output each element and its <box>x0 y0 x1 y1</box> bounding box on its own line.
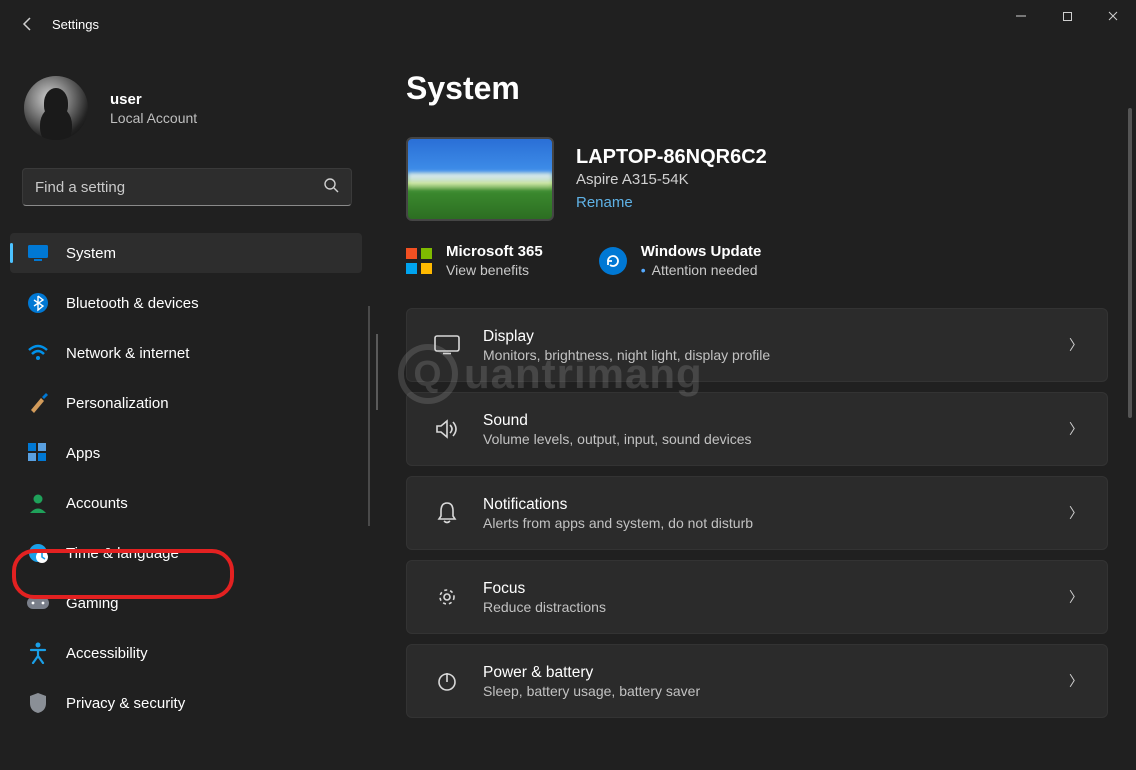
power-icon <box>429 670 465 692</box>
sidebar-item-label: System <box>66 245 116 262</box>
chevron-right-icon: 〉 <box>1069 335 1083 355</box>
update-icon <box>599 247 627 275</box>
card-sub: Reduce distractions <box>483 599 1069 615</box>
brush-icon <box>26 391 50 415</box>
card-display[interactable]: Display Monitors, brightness, night ligh… <box>406 308 1108 382</box>
card-sub: Sleep, battery usage, battery saver <box>483 683 1069 699</box>
sidebar-item-accounts[interactable]: Accounts <box>10 483 362 523</box>
sidebar-item-personalization[interactable]: Personalization <box>10 383 362 423</box>
avatar <box>24 76 88 140</box>
search-icon <box>323 177 339 197</box>
clock-globe-icon <box>26 541 50 565</box>
user-block[interactable]: user Local Account <box>0 58 370 168</box>
device-name: LAPTOP-86NQR6C2 <box>576 146 767 169</box>
search-input[interactable] <box>35 179 323 196</box>
ms365-title: Microsoft 365 <box>446 243 543 260</box>
sidebar-item-label: Bluetooth & devices <box>66 295 199 312</box>
card-notifications[interactable]: Notifications Alerts from apps and syste… <box>406 476 1108 550</box>
card-sub: Alerts from apps and system, do not dist… <box>483 515 1069 531</box>
content-scrollbar[interactable] <box>1128 108 1132 418</box>
card-title: Display <box>483 328 1069 346</box>
user-subtitle: Local Account <box>110 110 197 126</box>
system-icon <box>26 241 50 265</box>
sidebar-item-bluetooth[interactable]: Bluetooth & devices <box>10 283 362 323</box>
desktop-thumbnail[interactable] <box>406 137 554 221</box>
chevron-right-icon: 〉 <box>1069 671 1083 691</box>
close-button[interactable] <box>1090 0 1136 32</box>
content-area: System LAPTOP-86NQR6C2 Aspire A315-54K R… <box>370 48 1136 770</box>
apps-icon <box>26 441 50 465</box>
card-title: Notifications <box>483 496 1069 514</box>
wu-title: Windows Update <box>641 243 762 260</box>
card-power[interactable]: Power & battery Sleep, battery usage, ba… <box>406 644 1108 718</box>
card-sub: Monitors, brightness, night light, displ… <box>483 347 1069 363</box>
sidebar-item-network[interactable]: Network & internet <box>10 333 362 373</box>
card-title: Focus <box>483 580 1069 598</box>
windows-update-block[interactable]: Windows Update •Attention needed <box>599 243 762 278</box>
ms365-sub: View benefits <box>446 262 543 278</box>
device-model: Aspire A315-54K <box>576 171 767 188</box>
sidebar-item-label: Time & language <box>66 545 179 562</box>
person-icon <box>26 491 50 515</box>
sidebar-item-gaming[interactable]: Gaming <box>10 583 362 623</box>
accessibility-icon <box>26 641 50 665</box>
bluetooth-icon <box>26 291 50 315</box>
chevron-right-icon: 〉 <box>1069 587 1083 607</box>
back-button[interactable] <box>8 4 48 44</box>
sidebar-item-label: Personalization <box>66 395 169 412</box>
sidebar-item-label: Gaming <box>66 595 119 612</box>
sidebar-item-system[interactable]: System <box>10 233 362 273</box>
microsoft-logo-icon <box>406 248 432 274</box>
sidebar-item-label: Accessibility <box>66 645 148 662</box>
divider <box>376 334 378 410</box>
card-title: Power & battery <box>483 664 1069 682</box>
settings-cards: Display Monitors, brightness, night ligh… <box>406 308 1108 718</box>
sidebar-item-label: Accounts <box>66 495 128 512</box>
sidebar-item-privacy[interactable]: Privacy & security <box>10 683 362 723</box>
minimize-button[interactable] <box>998 0 1044 32</box>
page-title: System <box>406 70 1108 107</box>
nav-list: System Bluetooth & devices Network & int… <box>0 228 370 728</box>
card-title: Sound <box>483 412 1069 430</box>
chevron-right-icon: 〉 <box>1069 503 1083 523</box>
wu-sub: •Attention needed <box>641 262 762 278</box>
microsoft-365-block[interactable]: Microsoft 365 View benefits <box>406 243 543 278</box>
sound-icon <box>429 418 465 440</box>
shield-icon <box>26 691 50 715</box>
chevron-right-icon: 〉 <box>1069 419 1083 439</box>
card-focus[interactable]: Focus Reduce distractions 〉 <box>406 560 1108 634</box>
sidebar-item-label: Apps <box>66 445 100 462</box>
sidebar: user Local Account System Bluetooth & <box>0 48 370 770</box>
window-controls <box>998 0 1136 32</box>
user-name: user <box>110 91 197 108</box>
card-sub: Volume levels, output, input, sound devi… <box>483 431 1069 447</box>
sidebar-item-label: Privacy & security <box>66 695 185 712</box>
sidebar-item-time-language[interactable]: Time & language <box>10 533 362 573</box>
device-block: LAPTOP-86NQR6C2 Aspire A315-54K Rename <box>406 137 1108 221</box>
window-title: Settings <box>52 17 99 32</box>
sidebar-item-label: Network & internet <box>66 345 189 362</box>
sidebar-item-accessibility[interactable]: Accessibility <box>10 633 362 673</box>
search-box[interactable] <box>22 168 352 206</box>
gamepad-icon <box>26 591 50 615</box>
maximize-button[interactable] <box>1044 0 1090 32</box>
wifi-icon <box>26 341 50 365</box>
bell-icon <box>429 501 465 525</box>
card-sound[interactable]: Sound Volume levels, output, input, soun… <box>406 392 1108 466</box>
rename-link[interactable]: Rename <box>576 194 633 211</box>
display-icon <box>429 335 465 355</box>
sidebar-item-apps[interactable]: Apps <box>10 433 362 473</box>
focus-icon <box>429 585 465 609</box>
titlebar: Settings <box>0 0 1136 48</box>
